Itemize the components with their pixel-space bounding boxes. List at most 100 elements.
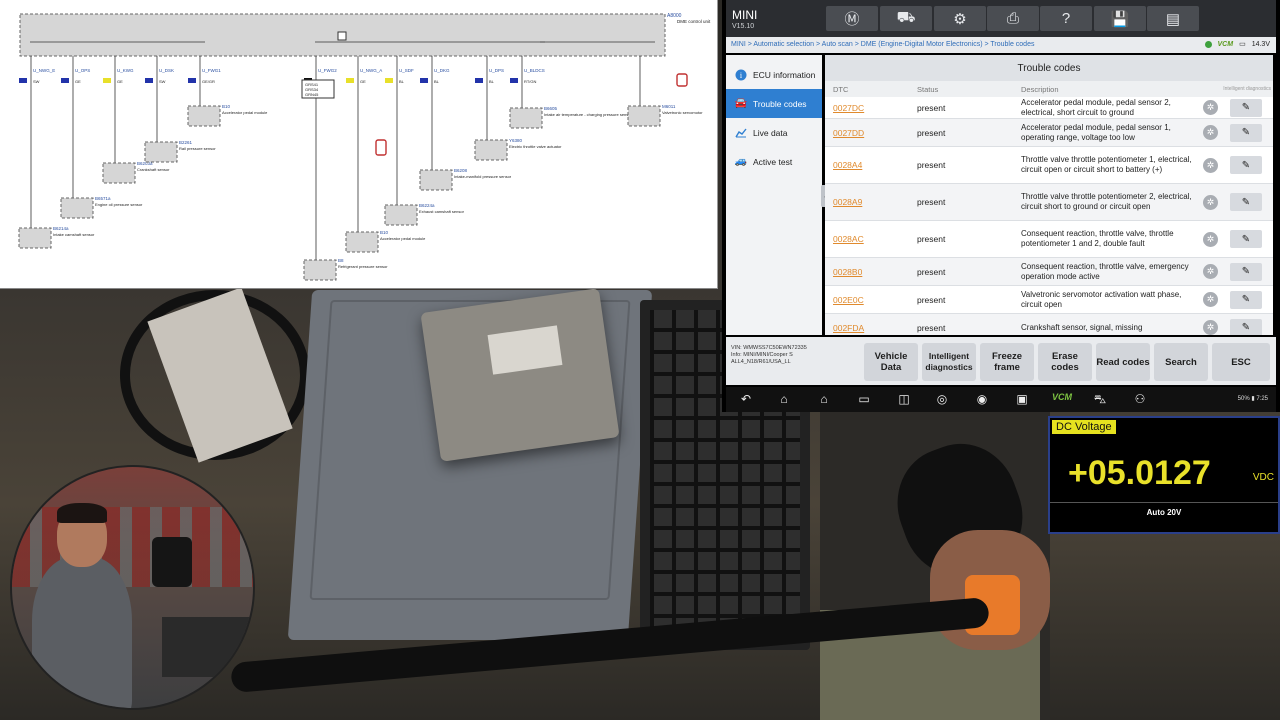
component-name: Intake air temperature - charging pressu…: [544, 112, 632, 117]
intelligent-diagnostics-icon[interactable]: ✲: [1203, 292, 1218, 307]
vcm-nav-icon[interactable]: VCM: [1052, 392, 1072, 402]
edit-note-icon[interactable]: ✎: [1230, 262, 1262, 281]
component-id: B2261: [179, 140, 193, 145]
dtc-row[interactable]: 0028B0 present Consequent reaction, thrott…: [825, 258, 1273, 286]
recents-icon[interactable]: ▭: [854, 392, 874, 406]
component-box: [18, 227, 52, 249]
car-nav-icon[interactable]: ⛍: [1090, 392, 1110, 408]
freeze-frame-button[interactable]: Freeze frame: [980, 343, 1034, 381]
browser-icon[interactable]: ◎: [932, 392, 952, 406]
read-codes-button[interactable]: Read codes: [1096, 343, 1150, 381]
pin-signal-label: U_KWG: [117, 68, 134, 73]
breadcrumb-text[interactable]: MINI > Automatic selection > Auto scan >…: [731, 41, 1034, 48]
home-icon[interactable]: ⌂: [774, 392, 794, 406]
pin-wire-color: GE: [75, 79, 81, 84]
edit-note-icon[interactable]: ✎: [1230, 290, 1262, 309]
help-icon[interactable]: ?: [1040, 6, 1092, 31]
pin-signal-label: U_DKG: [434, 68, 450, 73]
dtc-code[interactable]: 0028A9: [825, 197, 909, 207]
dtc-row[interactable]: 0028A4 present Throttle valve throttle pot…: [825, 147, 1273, 184]
pin-wire-color: BL: [489, 79, 495, 84]
car-lift-icon[interactable]: ⛟: [880, 6, 932, 31]
sidebar-item-active-test[interactable]: 🚙 Active test: [726, 147, 822, 176]
pin-signal-label: U_DPS: [489, 68, 504, 73]
edit-note-icon[interactable]: ✎: [1230, 230, 1262, 248]
intelligent-diagnostics-icon[interactable]: ✲: [1203, 231, 1218, 247]
webcam-mic: [152, 537, 192, 587]
edit-note-icon[interactable]: ✎: [1230, 318, 1262, 335]
intelligent-diagnostics-icon[interactable]: ✲: [1203, 264, 1218, 279]
bottom-bar: VIN: WMWSS7C50EWN72335 Info: MINI/MINI/C…: [726, 337, 1276, 385]
house-icon[interactable]: ⌂: [814, 392, 834, 406]
dtc-table: 0027DC present Accelerator pedal module, p…: [825, 97, 1273, 335]
dtc-code[interactable]: 0028B0: [825, 267, 909, 277]
erase-codes-button[interactable]: Erase codes: [1038, 343, 1092, 381]
camera-icon[interactable]: ◉: [972, 392, 992, 406]
pin-wire-color: RT/GN: [524, 79, 536, 84]
intelligent-diagnostics-icon[interactable]: ✲: [1203, 194, 1218, 210]
screen-record-icon[interactable]: ▣: [1012, 392, 1032, 406]
esc-button[interactable]: ESC: [1212, 343, 1270, 381]
dtc-row[interactable]: 002FDA present Crankshaft sensor, signal, …: [825, 314, 1273, 335]
intelligent-diagnostics-icon[interactable]: ✲: [1203, 320, 1218, 335]
wiring-diagram: A8000 DME control unit U_NWG_E SW U_OPS GE U…: [0, 0, 718, 289]
edit-note-icon[interactable]: ✎: [1230, 193, 1262, 211]
edit-note-icon[interactable]: ✎: [1230, 98, 1262, 117]
dtc-row[interactable]: 0027DC present Accelerator pedal module, p…: [825, 97, 1273, 119]
dtc-row[interactable]: 002E0C present Valvetronic servomotor acti…: [825, 286, 1273, 314]
dtc-actions: ✲ ✎: [1197, 290, 1273, 309]
component-box: [345, 231, 379, 253]
dtc-description: Throttle valve throttle potentiometer 1,…: [1021, 155, 1192, 174]
save-icon[interactable]: 💾: [1094, 6, 1146, 31]
ecu-module: [420, 288, 620, 462]
component-box: [144, 141, 178, 163]
webcam-person: [32, 557, 132, 708]
chat-icon[interactable]: ▤: [1147, 6, 1199, 31]
app-brand: MINI: [732, 8, 758, 22]
connection-dot-icon: [1204, 40, 1212, 48]
vehicle-model: Info: MINI/MINI/Cooper S: [731, 352, 793, 358]
system-status: 50% ▮ 7:25: [1237, 396, 1268, 402]
dtc-row[interactable]: 0028A9 present Throttle valve throttle pot…: [825, 184, 1273, 221]
dtc-code[interactable]: 002FDA: [825, 323, 909, 333]
intelligent-diagnostics-icon[interactable]: ✲: [1203, 125, 1218, 140]
dtc-row[interactable]: 0027DD present Accelerator pedal module, p…: [825, 119, 1273, 147]
dtc-code[interactable]: 0028AC: [825, 234, 909, 244]
gear-icon[interactable]: ⚙: [934, 6, 986, 31]
dtc-row[interactable]: 0028AC present Consequent reaction, thrott…: [825, 221, 1273, 258]
component-box: [102, 162, 136, 184]
printer-icon[interactable]: ⎙: [987, 6, 1039, 31]
home-m-icon[interactable]: Ⓜ: [826, 6, 878, 31]
connection-status: VCM ▭ 14.3V: [1204, 40, 1270, 48]
dtc-status: present: [917, 322, 946, 333]
wire-color-swatch: [61, 78, 69, 83]
back-icon[interactable]: ↶: [736, 392, 756, 406]
component-box: [303, 259, 337, 281]
remote-expert-icon[interactable]: ⚇: [1130, 392, 1150, 406]
sidebar-item-live-data[interactable]: Live data: [726, 118, 822, 147]
wire-color-swatch: [188, 78, 196, 83]
dtc-code[interactable]: 0027DD: [825, 128, 909, 138]
intelligent-diagnostics-icon[interactable]: ✲: [1203, 100, 1218, 115]
wire-color-swatch: [385, 78, 393, 83]
intelligent-diagnostics-button[interactable]: Intelligent diagnostics: [922, 343, 976, 381]
dtc-code[interactable]: 0028A4: [825, 160, 909, 170]
edit-note-icon[interactable]: ✎: [1230, 123, 1262, 142]
dtc-status: present: [917, 160, 946, 170]
search-button[interactable]: Search: [1154, 343, 1208, 381]
dtc-description: Valvetronic servomotor activation watt p…: [1021, 289, 1182, 309]
dtc-code[interactable]: 0027DC: [825, 103, 909, 113]
vehicle-data-button[interactable]: Vehicle Data: [864, 343, 918, 381]
sidebar-item-trouble-codes[interactable]: 🚘 Trouble codes: [726, 89, 822, 118]
edit-note-icon[interactable]: ✎: [1230, 156, 1262, 174]
sidebar-item-label: Live data: [753, 127, 788, 138]
split-screen-icon[interactable]: ◫: [894, 392, 914, 406]
dmm-reading: +05.0127: [1068, 454, 1211, 492]
pin-wire-color: SW: [159, 79, 166, 84]
dtc-description: Consequent reaction, throttle valve, thr…: [1021, 229, 1174, 248]
intelligent-diagnostics-icon[interactable]: ✲: [1203, 157, 1218, 173]
pin-wire-color: BL: [434, 79, 440, 84]
panel-title: Trouble codes: [825, 55, 1273, 81]
dtc-code[interactable]: 002E0C: [825, 295, 909, 305]
sidebar-item-ecu-information[interactable]: i ECU information: [726, 60, 822, 89]
